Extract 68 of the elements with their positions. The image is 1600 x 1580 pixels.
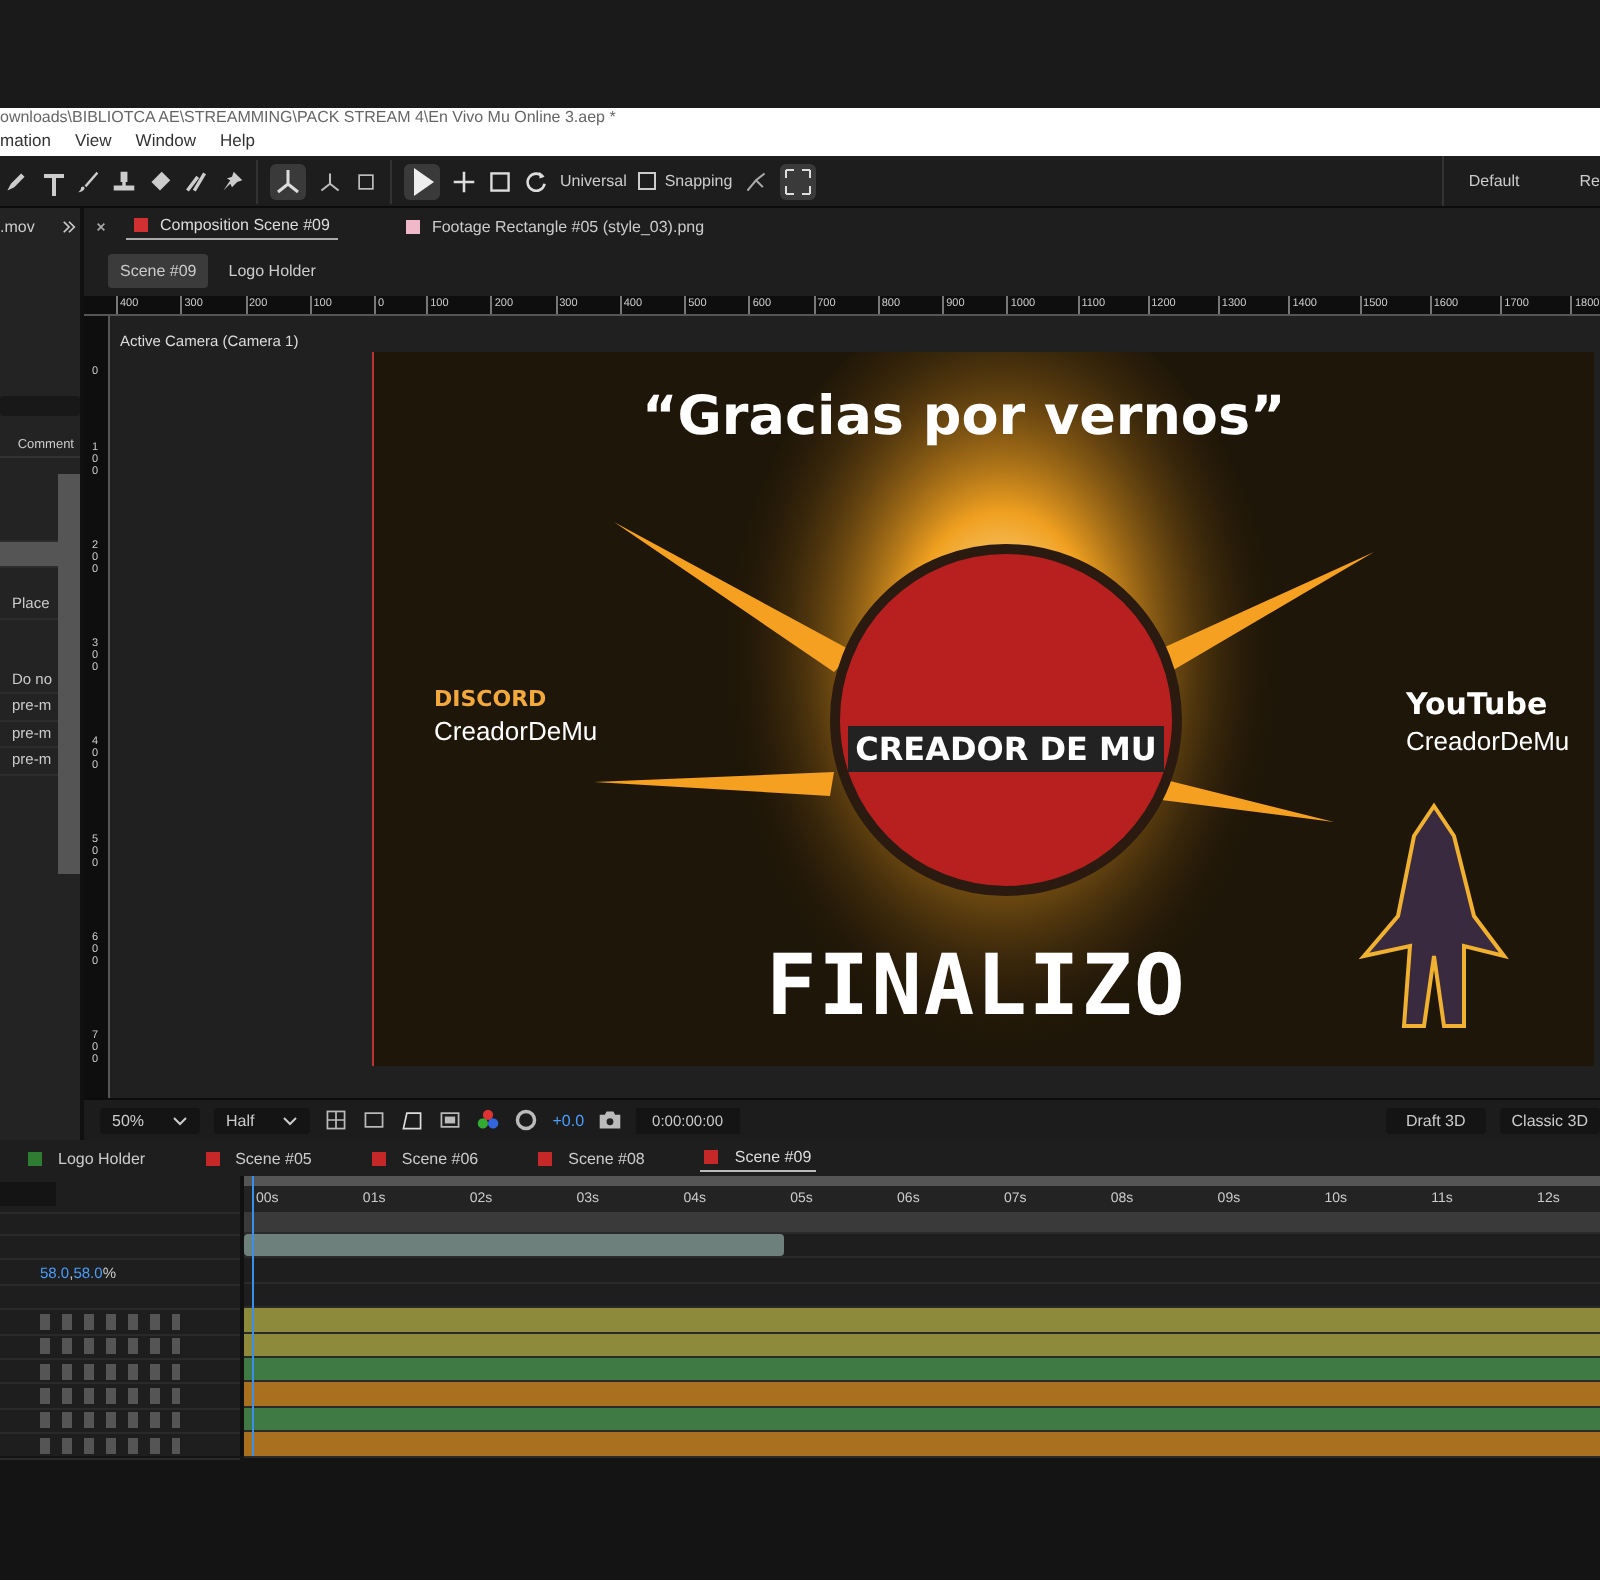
panel-overflow-icon[interactable] — [62, 219, 76, 233]
square-icon[interactable] — [488, 169, 512, 193]
timeline-tab[interactable]: Logo Holder — [24, 1145, 150, 1171]
composition-tab[interactable]: Footage Rectangle #05 (style_03).png — [397, 213, 713, 239]
timeline-tab[interactable]: Scene #05 — [201, 1145, 316, 1171]
layer-bar[interactable] — [244, 1333, 1600, 1356]
headline-text: “Gracias por vernos” — [642, 386, 1286, 448]
layer-switches[interactable] — [40, 1313, 180, 1330]
pin-icon[interactable] — [220, 169, 244, 193]
transparency-icon[interactable] — [438, 1108, 463, 1132]
service-name: DISCORD — [434, 686, 549, 712]
grid-icon[interactable] — [324, 1108, 349, 1132]
layer-switches[interactable] — [40, 1388, 180, 1405]
brush-icon[interactable] — [76, 169, 100, 193]
layer-switches[interactable] — [40, 1363, 180, 1380]
menu-item[interactable]: mation — [0, 128, 52, 154]
resolution-dropdown[interactable]: Half — [214, 1107, 311, 1133]
layer-switches[interactable] — [40, 1412, 180, 1429]
scrollbar[interactable] — [58, 474, 80, 874]
menu-item[interactable]: Help — [220, 128, 256, 154]
composition-tab[interactable]: Composition Scene #09 — [126, 212, 338, 240]
service-name: YouTube — [1406, 686, 1550, 722]
stamp-icon[interactable] — [112, 169, 136, 193]
pen-icon[interactable] — [4, 169, 28, 193]
menu-item[interactable]: Window — [135, 128, 197, 154]
roto-brush-icon[interactable] — [184, 169, 208, 193]
axis-icon[interactable] — [270, 163, 306, 199]
handle-text: CreadorDeMu — [1406, 726, 1570, 756]
breadcrumb-item[interactable]: Scene #09 — [108, 253, 209, 287]
type-tool-icon[interactable] — [40, 169, 64, 193]
channel-icon[interactable] — [476, 1108, 501, 1132]
layer-switches[interactable] — [40, 1338, 180, 1355]
timeline-tab[interactable]: Scene #09 — [700, 1144, 816, 1172]
snap-icon[interactable] — [744, 169, 769, 193]
handle-text: CreadorDeMu — [434, 716, 598, 746]
close-icon[interactable] — [96, 221, 106, 231]
footer-text: FINALIZO — [766, 936, 1187, 1034]
camera-icon[interactable] — [598, 1108, 623, 1132]
file-path: ownloads\BIBLIOTCA AE\STREAMMING\PACK STREAM 4\En Vivo Mu Online 3.aep * — [0, 108, 618, 128]
menu-item[interactable]: View — [75, 128, 112, 154]
rotate-icon[interactable] — [524, 169, 548, 193]
caret-icon — [172, 1115, 189, 1125]
layer-switches[interactable] — [40, 1437, 180, 1454]
breadcrumb-item[interactable]: Logo Holder — [216, 253, 328, 287]
zoom-dropdown[interactable]: 50% — [100, 1107, 201, 1133]
draft-3d-button[interactable]: Draft 3D — [1385, 1107, 1486, 1133]
exposure-value[interactable]: +0.0 — [552, 1111, 585, 1129]
region-icon[interactable] — [400, 1108, 425, 1132]
expand-icon[interactable] — [780, 163, 817, 199]
workspace-tab[interactable]: Re — [1579, 172, 1600, 190]
exposure-icon[interactable] — [514, 1108, 539, 1132]
snapping-checkbox[interactable]: Snapping — [638, 172, 733, 190]
timeline-tab[interactable]: Scene #08 — [534, 1145, 649, 1171]
eraser-icon[interactable] — [148, 169, 172, 193]
universal-label: Universal — [560, 172, 627, 190]
layer-bar[interactable] — [244, 1357, 1600, 1381]
panel-tab[interactable]: .mov — [0, 217, 35, 235]
logo-text: CREADOR DE MU — [847, 725, 1165, 771]
layer-bar[interactable] — [244, 1407, 1600, 1431]
mask-icon[interactable] — [362, 1108, 387, 1132]
plus-icon[interactable] — [452, 169, 476, 193]
layer-bar[interactable] — [244, 1234, 784, 1257]
caret-icon — [282, 1115, 299, 1125]
timeline-tab[interactable]: Scene #06 — [367, 1145, 483, 1171]
view-axis-icon[interactable] — [354, 169, 378, 193]
renderer-dropdown[interactable]: Classic 3D — [1499, 1107, 1600, 1133]
axis-icon[interactable] — [318, 169, 342, 193]
workspace-tab[interactable]: Default — [1468, 172, 1520, 190]
